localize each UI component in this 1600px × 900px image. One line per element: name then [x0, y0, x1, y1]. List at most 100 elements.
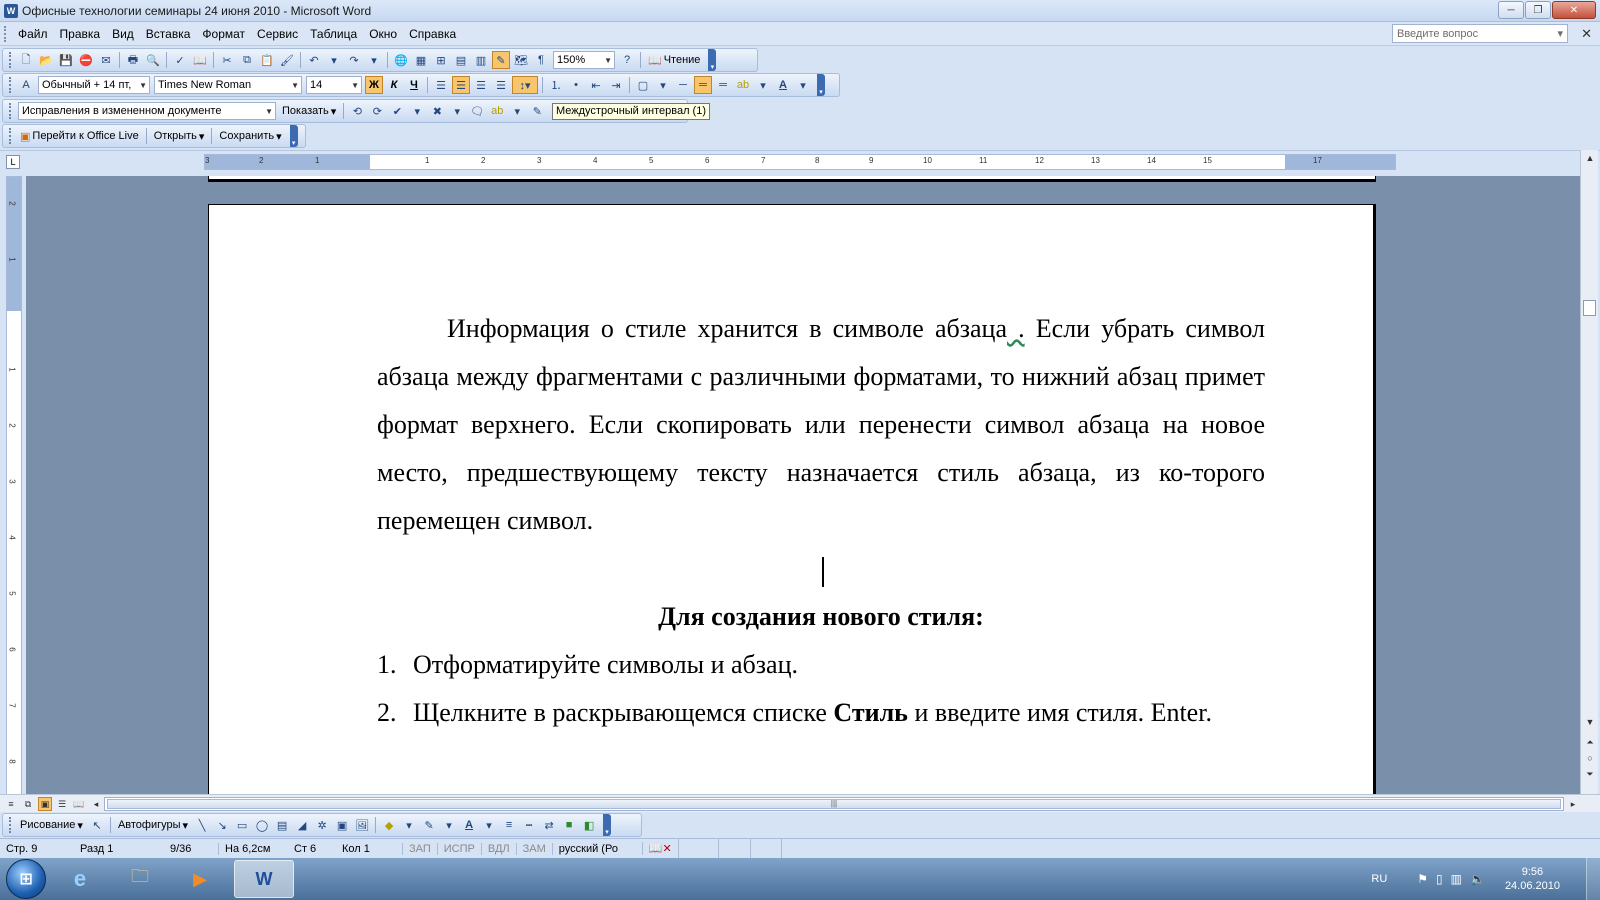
chevron-down-icon[interactable]: ▾	[654, 76, 672, 94]
reading-button[interactable]: 📖 Чтение	[644, 54, 704, 67]
toolbar-options-icon[interactable]: ▾	[603, 814, 612, 836]
paste-icon[interactable]: 📋	[258, 51, 276, 69]
volume-icon[interactable]: 🔈	[1470, 872, 1485, 886]
justify-icon[interactable]: ☰	[492, 76, 510, 94]
chevron-down-icon[interactable]: ▾	[400, 816, 418, 834]
menu-help[interactable]: Справка	[403, 27, 462, 41]
increase-indent-icon[interactable]: ⇥	[607, 76, 625, 94]
language-indicator[interactable]: RU	[1371, 873, 1387, 885]
print-layout-icon[interactable]: ▣	[38, 797, 52, 811]
drawing-icon[interactable]: ✎	[492, 51, 510, 69]
empty-line[interactable]	[377, 545, 1265, 593]
horizontal-scrollbar[interactable]: |||	[104, 797, 1564, 811]
underline-button[interactable]: Ч	[405, 76, 423, 94]
next-page-icon[interactable]: ⏷	[1581, 766, 1599, 782]
clip-art-icon[interactable]: ▣	[333, 816, 351, 834]
toolbar-grip[interactable]	[9, 128, 12, 144]
align-left-icon[interactable]: ☰	[432, 76, 450, 94]
insert-excel-icon[interactable]: ▤	[452, 51, 470, 69]
status-extend[interactable]: ВДЛ	[480, 842, 516, 855]
normal-view-icon[interactable]: ≡	[4, 797, 18, 811]
bold-button[interactable]: Ж	[365, 76, 383, 94]
shadow-icon[interactable]: ■	[560, 816, 578, 834]
word-taskbar-icon[interactable]: W	[234, 860, 294, 898]
wordart-icon[interactable]: ◢	[293, 816, 311, 834]
tables-borders-icon[interactable]: ▦	[412, 51, 430, 69]
chevron-down-icon[interactable]: ▼	[604, 56, 612, 65]
3d-icon[interactable]: ◧	[580, 816, 598, 834]
status-record[interactable]: ЗАП	[402, 842, 437, 855]
web-view-icon[interactable]: ⧉	[21, 797, 35, 811]
show-menu-button[interactable]: Показать ▾	[278, 105, 340, 118]
accept-change-icon[interactable]: ✔	[388, 102, 406, 120]
outline-view-icon[interactable]: ☰	[55, 797, 69, 811]
chevron-down-icon[interactable]: ▼	[291, 81, 299, 90]
text-box-icon[interactable]: ▤	[273, 816, 291, 834]
help-search-input[interactable]: Введите вопрос ▾	[1392, 24, 1568, 43]
fill-color-icon[interactable]: ◆	[380, 816, 398, 834]
vertical-scrollbar[interactable]: ▲ ▼ ⏶ ○ ⏷	[1580, 150, 1598, 794]
bullets-icon[interactable]: •	[567, 76, 585, 94]
scroll-right-icon[interactable]: ▸	[1566, 797, 1580, 811]
media-player-icon[interactable]: ▶	[174, 860, 226, 898]
double-line-icon[interactable]: ═	[694, 76, 712, 94]
restore-button[interactable]: ❐	[1525, 1, 1551, 19]
internet-explorer-icon[interactable]: e	[54, 860, 106, 898]
status-overtype[interactable]: ЗАМ	[515, 842, 552, 855]
reject-change-icon[interactable]: ✖	[428, 102, 446, 120]
print-icon[interactable]: 🖶	[124, 51, 142, 69]
font-size-select[interactable]: 14 ▼	[306, 76, 362, 94]
new-comment-icon[interactable]: 🗨	[468, 102, 486, 120]
document-page[interactable]: Информация о стиле хранится в символе аб…	[208, 204, 1376, 794]
page-content[interactable]: Информация о стиле хранится в символе аб…	[377, 305, 1265, 737]
line-spacing-icon[interactable]: ↕▾	[512, 76, 538, 94]
next-change-icon[interactable]: ⟳	[368, 102, 386, 120]
chevron-down-icon[interactable]: ▾	[480, 816, 498, 834]
chevron-down-icon[interactable]: ▾	[408, 102, 426, 120]
arrow-icon[interactable]: ↘	[213, 816, 231, 834]
chevron-down-icon[interactable]: ▾	[448, 102, 466, 120]
scroll-down-icon[interactable]: ▼	[1581, 714, 1599, 730]
menu-grip[interactable]	[4, 25, 8, 42]
research-icon[interactable]: 📖	[191, 51, 209, 69]
line-style-icon[interactable]: ≡	[500, 816, 518, 834]
align-right-icon[interactable]: ☰	[472, 76, 490, 94]
highlight-icon[interactable]: ab	[488, 102, 506, 120]
paragraph[interactable]: Информация о стиле хранится в символе аб…	[377, 305, 1265, 545]
highlight-icon[interactable]: ab	[734, 76, 752, 94]
chevron-down-icon[interactable]: ▾	[440, 816, 458, 834]
font-color-icon[interactable]: A	[774, 76, 792, 94]
previous-change-icon[interactable]: ⟲	[348, 102, 366, 120]
toolbar-options-icon[interactable]: ▾	[708, 49, 717, 71]
status-track[interactable]: ИСПР	[436, 842, 481, 855]
zoom-select[interactable]: 150% ▼	[553, 51, 615, 69]
menu-window[interactable]: Окно	[363, 27, 403, 41]
toolbar-grip[interactable]	[9, 817, 12, 833]
close-button[interactable]: ✕	[1552, 1, 1596, 19]
spelling-status-icon[interactable]: 📖✕	[641, 842, 678, 855]
review-mode-select[interactable]: Исправления в измененном документе ▼	[18, 102, 276, 120]
scroll-up-icon[interactable]: ▲	[1581, 150, 1599, 166]
menu-table[interactable]: Таблица	[304, 27, 363, 41]
menu-tools[interactable]: Сервис	[251, 27, 304, 41]
menu-insert[interactable]: Вставка	[140, 27, 197, 41]
toolbar-grip[interactable]	[9, 52, 12, 68]
show-desktop-button[interactable]	[1586, 858, 1600, 900]
menu-view[interactable]: Вид	[106, 27, 140, 41]
undo-icon[interactable]: ↶	[305, 51, 323, 69]
browse-object-icon[interactable]: ○	[1581, 750, 1599, 766]
close-document-icon[interactable]: ✕	[1581, 26, 1592, 42]
network-icon[interactable]: ▥	[1451, 872, 1462, 886]
chevron-down-icon[interactable]: ▼	[265, 107, 273, 116]
toolbar-options-icon[interactable]: ▾	[289, 125, 298, 147]
font-color-icon[interactable]: A	[460, 816, 478, 834]
picture-icon[interactable]: 🖼	[353, 816, 371, 834]
email-icon[interactable]: ✉	[97, 51, 115, 69]
redo-icon[interactable]: ↷	[345, 51, 363, 69]
align-center-icon[interactable]: ☰	[452, 76, 470, 94]
track-changes-icon[interactable]: ✎	[528, 102, 546, 120]
select-objects-icon[interactable]: ↖	[88, 816, 106, 834]
save-icon[interactable]: 💾	[57, 51, 75, 69]
chevron-down-icon[interactable]: ▾	[754, 76, 772, 94]
styles-pane-icon[interactable]: A	[17, 76, 35, 94]
